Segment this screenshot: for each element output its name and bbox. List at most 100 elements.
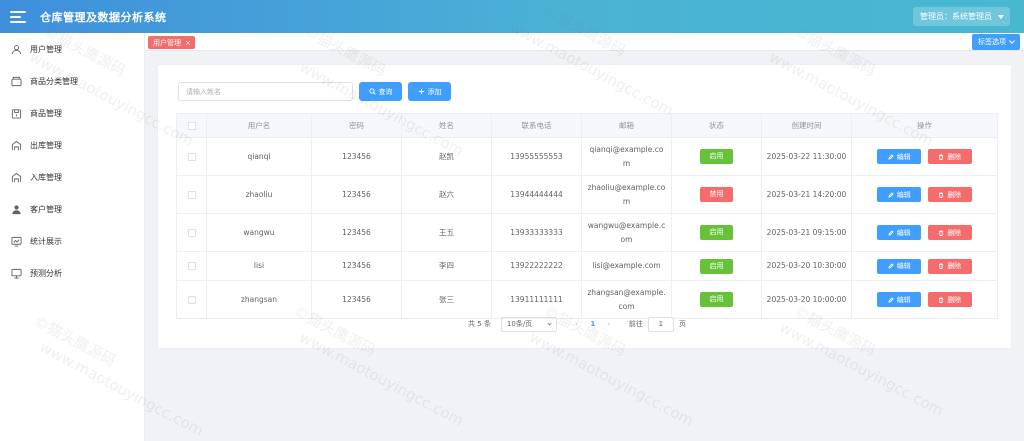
delete-label: 删除 [947, 262, 962, 270]
row-checkbox[interactable] [187, 228, 196, 237]
add-button[interactable]: 添加 [408, 82, 451, 101]
created-cell: 2025-03-21 09:15:00 [761, 213, 852, 252]
warehouse-out-icon [10, 139, 22, 151]
name-cell: 张三 [401, 280, 492, 319]
column-header: 创建时间 [761, 113, 852, 138]
add-label: 添加 [427, 87, 442, 96]
created-cell: 2025-03-20 10:30:00 [761, 251, 852, 281]
delete-label: 删除 [947, 228, 962, 237]
trash-icon [939, 296, 944, 303]
sidebar-item-label: 客户管理 [30, 204, 62, 214]
tag-options-label: 标签选项 [978, 38, 1006, 46]
query-button[interactable]: 查询 [359, 82, 402, 101]
created-cell: 2025-03-21 14:20:00 [761, 175, 852, 214]
edit-icon [888, 153, 894, 160]
name-cell: 赵六 [401, 175, 492, 214]
sidebar-item-label: 统计展示 [30, 236, 62, 246]
edit-icon [888, 263, 894, 269]
column-header: 联系电话 [491, 113, 582, 138]
tab-label: 用户管理 [153, 38, 181, 47]
sidebar-item-customers[interactable]: 客户管理 [0, 193, 144, 225]
chevron-down-icon [547, 320, 552, 326]
status-cell: 启用 [671, 137, 762, 176]
password-cell: 123456 [311, 175, 402, 214]
trash-icon [939, 153, 944, 160]
edit-label: 编辑 [896, 190, 911, 199]
prev-page-button[interactable]: ‹ [569, 317, 585, 332]
box-icon [10, 75, 22, 87]
tags-bar: 用户管理 × 标签选项 [145, 33, 1024, 51]
status-cell: 启用 [671, 251, 762, 281]
row-checkbox[interactable] [187, 262, 196, 270]
table-row: zhaoliu 123456 赵六 13944444444 zhaoliu@ex… [176, 175, 998, 214]
delete-label: 删除 [947, 152, 962, 161]
trash-icon [939, 229, 944, 236]
query-label: 查询 [378, 87, 393, 96]
top-bar: 仓库管理及数据分析系统 管理员：系统管理员 [0, 0, 1024, 33]
next-page-button[interactable]: › [601, 317, 617, 332]
edit-button[interactable]: 编辑 [877, 225, 922, 240]
table-row: qianqi 123456 赵凯 13955555553 qianqi@exam… [176, 137, 998, 176]
chart-icon [10, 235, 22, 247]
close-icon[interactable]: × [185, 39, 191, 47]
delete-label: 删除 [947, 190, 962, 199]
admin-dropdown[interactable]: 管理员：系统管理员 [913, 7, 1010, 26]
email-cell: zhangsan@example.com [581, 280, 672, 319]
sidebar-item-label: 出库管理 [30, 140, 62, 150]
row-checkbox[interactable] [187, 295, 196, 304]
actions-cell: 编辑 删除 [851, 137, 998, 176]
chevron-down-icon [1009, 38, 1015, 44]
admin-label: 管理员：系统管理员 [920, 12, 992, 21]
goto-page-input[interactable] [647, 316, 674, 332]
search-input[interactable] [178, 82, 353, 101]
delete-button[interactable]: 删除 [927, 225, 972, 240]
sidebar-item-statistics[interactable]: 统计展示 [0, 225, 144, 257]
page-number[interactable]: 1 [585, 317, 601, 332]
phone-cell: 13922222222 [491, 251, 582, 281]
tab-users[interactable]: 用户管理 × [148, 36, 195, 49]
sidebar-item-label: 入库管理 [30, 172, 62, 182]
tag-options-button[interactable]: 标签选项 [972, 34, 1020, 50]
delete-button[interactable]: 删除 [927, 292, 972, 307]
username-cell: wangwu [206, 213, 312, 252]
search-icon [368, 88, 376, 95]
sidebar-item-inbound[interactable]: 入库管理 [0, 161, 144, 193]
sidebar-item-outbound[interactable]: 出库管理 [0, 129, 144, 161]
table-row: lisi 123456 李四 13922222222 lisi@example.… [176, 251, 998, 281]
username-cell: zhaoliu [206, 175, 312, 214]
package-icon [10, 107, 22, 119]
username-cell: lisi [206, 251, 312, 281]
edit-button[interactable]: 编辑 [877, 258, 922, 274]
row-checkbox[interactable] [187, 190, 196, 199]
pagination: 共 5 条 10条/页 ‹ 1 › 前往 页 [468, 316, 686, 332]
delete-button[interactable]: 删除 [927, 187, 972, 202]
menu-toggle-icon[interactable] [10, 10, 26, 23]
edit-button[interactable]: 编辑 [877, 149, 922, 164]
main-card: 查询 添加 用户名 密码 姓名 联系电话 邮箱 状态 创建时间 操作 [157, 64, 1012, 349]
row-checkbox[interactable] [187, 152, 196, 161]
delete-button[interactable]: 删除 [927, 258, 972, 274]
status-cell: 启用 [671, 213, 762, 252]
edit-label: 编辑 [896, 228, 911, 237]
edit-icon [888, 191, 894, 198]
select-all-checkbox[interactable] [187, 122, 196, 130]
delete-button[interactable]: 删除 [927, 149, 972, 164]
created-cell: 2025-03-22 11:30:00 [761, 137, 852, 176]
name-cell: 王五 [401, 213, 492, 252]
column-header: 姓名 [401, 113, 492, 138]
sidebar-item-forecast[interactable]: 预测分析 [0, 257, 144, 289]
status-badge: 禁用 [700, 187, 733, 202]
sidebar-item-categories[interactable]: 商品分类管理 [0, 65, 144, 97]
sidebar-item-users[interactable]: 用户管理 [0, 33, 144, 65]
page-size-select[interactable]: 10条/页 [500, 316, 557, 332]
edit-button[interactable]: 编辑 [877, 187, 922, 202]
phone-cell: 13933333333 [491, 213, 582, 252]
actions-cell: 编辑 删除 [851, 213, 998, 252]
table-row: zhangsan 123456 张三 13911111111 zhangsan@… [176, 280, 998, 319]
edit-button[interactable]: 编辑 [877, 292, 922, 307]
users-table: 用户名 密码 姓名 联系电话 邮箱 状态 创建时间 操作 qianqi 1234… [176, 113, 998, 319]
monitor-icon [10, 267, 22, 279]
sidebar-item-label: 商品管理 [30, 108, 62, 118]
sidebar-item-products[interactable]: 商品管理 [0, 97, 144, 129]
email-cell: zhaoliu@example.com [581, 175, 672, 214]
